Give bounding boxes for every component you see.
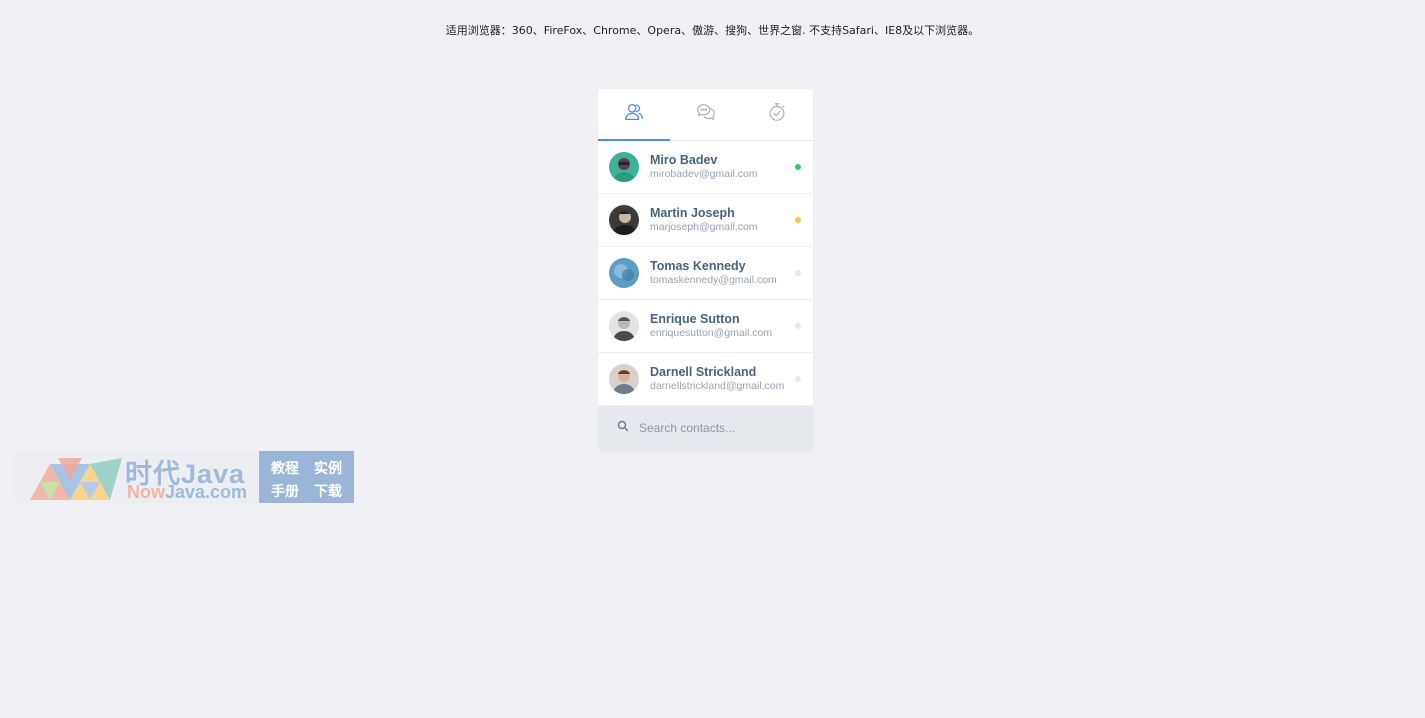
contact-email: marjoseph@gmail.com — [650, 221, 758, 233]
contact-item[interactable]: Miro Badev mirobadev@gmail.com — [598, 141, 813, 194]
tab-activity[interactable] — [741, 89, 813, 140]
status-indicator — [795, 270, 801, 276]
watermark-tag: 手册 — [271, 484, 299, 500]
watermark-tag-panel: 教程 实例 手册 下载 — [259, 451, 354, 503]
contact-name: Tomas Kennedy — [650, 259, 746, 273]
contact-email: tomaskennedy@gmail.com — [650, 274, 777, 286]
contact-list: Miro Badev mirobadev@gmail.com Martin Jo… — [598, 141, 813, 406]
chat-icon — [695, 101, 717, 128]
watermark-en-title: NowJava.com — [127, 482, 248, 502]
status-indicator — [795, 164, 801, 170]
search-bar — [598, 406, 813, 450]
search-icon — [617, 419, 629, 437]
contact-name: Martin Joseph — [650, 206, 735, 220]
avatar — [609, 311, 639, 341]
tab-contacts[interactable] — [598, 89, 670, 141]
avatar — [609, 152, 639, 182]
tab-bar — [598, 89, 813, 141]
avatar — [609, 364, 639, 394]
status-indicator — [795, 217, 801, 223]
status-indicator — [795, 376, 801, 382]
contact-email: darnellstrickland@gmail.com — [650, 380, 785, 392]
status-indicator — [795, 323, 801, 329]
contact-item[interactable]: Martin Joseph marjoseph@gmail.com — [598, 194, 813, 247]
users-icon — [623, 101, 645, 128]
contact-name: Enrique Sutton — [650, 312, 740, 326]
tab-chats[interactable] — [670, 89, 742, 140]
contact-name: Miro Badev — [650, 153, 718, 167]
avatar — [609, 205, 639, 235]
contacts-widget: Miro Badev mirobadev@gmail.com Martin Jo… — [598, 89, 813, 450]
avatar — [609, 258, 639, 288]
watermark-tag: 下载 — [314, 484, 342, 500]
watermark-tag: 教程 — [271, 461, 299, 477]
contact-item[interactable]: Tomas Kennedy tomaskennedy@gmail.com — [598, 247, 813, 300]
contact-email: enriquesutton@gmail.com — [650, 327, 773, 339]
timer-icon — [766, 101, 788, 128]
watermark-tag: 实例 — [314, 461, 342, 477]
contact-email: mirobadev@gmail.com — [650, 168, 758, 180]
search-input[interactable] — [637, 420, 791, 436]
contact-item[interactable]: Darnell Strickland darnellstrickland@gma… — [598, 353, 813, 406]
watermark-logo: 时代Java NowJava.com 教程 实例 手册 下载 — [14, 451, 354, 503]
browser-support-notice: 适用浏览器：360、FireFox、Chrome、Opera、傲游、搜狗、世界之… — [445, 24, 980, 37]
contact-item[interactable]: Enrique Sutton enriquesutton@gmail.com — [598, 300, 813, 353]
contact-name: Darnell Strickland — [650, 365, 757, 379]
triangle-logo-icon — [30, 458, 122, 500]
